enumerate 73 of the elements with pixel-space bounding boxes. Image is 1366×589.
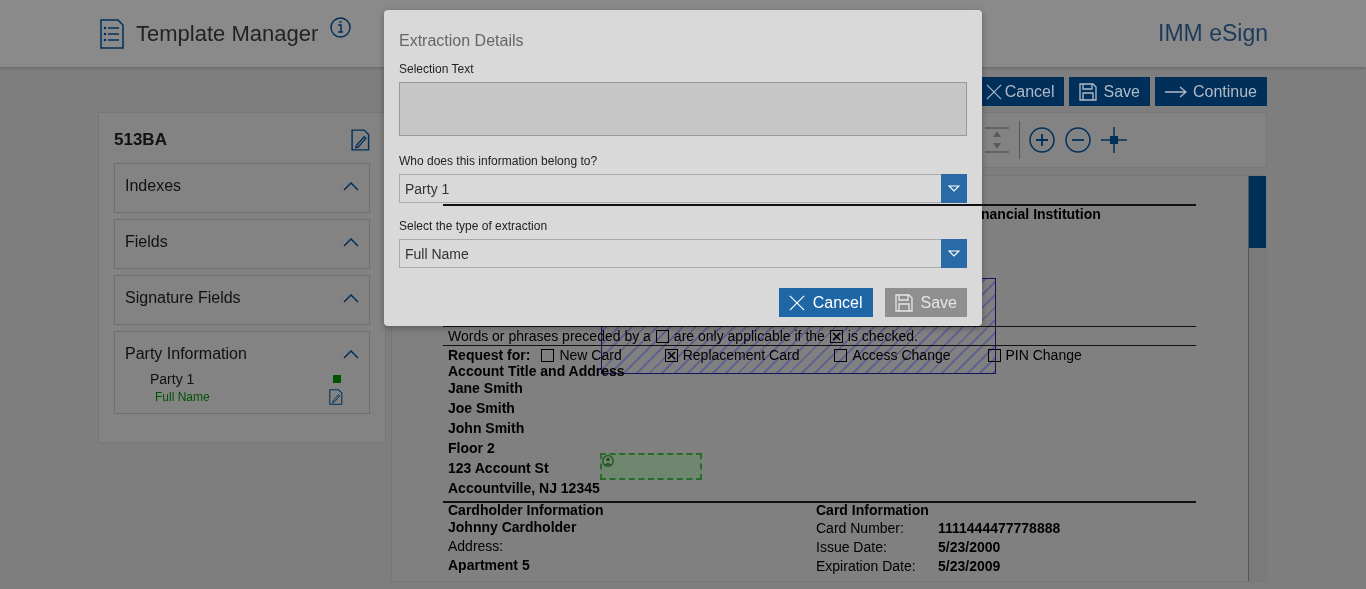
section-title: Fields xyxy=(125,233,168,251)
field-name[interactable]: Full Name xyxy=(155,390,210,404)
select-field[interactable]: Party 1 xyxy=(399,174,967,203)
address-line: John Smith xyxy=(448,419,525,438)
page-title: Template Manager xyxy=(136,20,319,47)
edit-icon[interactable] xyxy=(329,389,343,405)
request-label: Request for: xyxy=(448,346,531,364)
dropdown-arrow-icon xyxy=(948,185,960,192)
continue-button[interactable]: Continue xyxy=(1154,77,1267,106)
field-label: Who does this information belong to? xyxy=(399,154,599,168)
section-heading: Account Title and Address xyxy=(448,364,625,378)
field-label: Address: xyxy=(448,537,504,556)
select-field[interactable]: Full Name xyxy=(399,239,967,268)
edit-icon[interactable] xyxy=(351,129,370,151)
accordion-section[interactable]: Indexes xyxy=(114,163,370,213)
section-heading: Cardholder Information xyxy=(448,503,604,518)
crosshair-icon xyxy=(1101,127,1127,153)
accordion-section[interactable]: Fields xyxy=(114,219,370,269)
tool-button[interactable] xyxy=(1028,125,1056,155)
caret-up-icon[interactable] xyxy=(343,293,359,303)
address-line: Joe Smith xyxy=(448,399,515,418)
option-label: Replacement Card xyxy=(682,346,800,364)
accordion-section[interactable]: Signature Fields xyxy=(114,275,370,325)
template-name: 513BA xyxy=(114,130,167,150)
field-label: Card Number: xyxy=(816,519,905,536)
dropdown-arrow-icon xyxy=(948,250,960,257)
list-document-icon xyxy=(100,18,124,49)
distribute-icon xyxy=(983,127,1011,153)
address-line: Floor 2 xyxy=(448,439,495,458)
legend-text: is checked. xyxy=(847,327,918,345)
section-title: Party Information xyxy=(125,345,247,363)
field-label: Select the type of extraction xyxy=(399,219,549,233)
section-title: Signature Fields xyxy=(125,289,241,307)
scrollbar-thumb[interactable] xyxy=(1249,176,1266,248)
field-value: 1111444477778888 xyxy=(938,519,1062,536)
field-label: Selection Text xyxy=(399,62,475,76)
scrollbar[interactable] xyxy=(1248,176,1266,581)
address-line: Apartment 5 xyxy=(448,556,530,575)
close-icon xyxy=(985,83,1002,100)
checkbox-icon xyxy=(655,329,669,343)
cancel-button[interactable]: Cancel xyxy=(778,288,873,317)
brand-name: IMM eSign xyxy=(1158,20,1268,47)
dialog-title: Extraction Details xyxy=(399,32,525,50)
placed-field[interactable] xyxy=(600,453,702,480)
caret-up-icon[interactable] xyxy=(343,181,359,191)
accordion-section[interactable]: Party Information Party 1 Full Name xyxy=(114,331,370,414)
address-line: Accountville, NJ 12345 xyxy=(448,479,600,498)
field-value: 5/23/2000 xyxy=(938,538,1002,555)
field-label: Expiration Date: xyxy=(816,557,917,574)
zoom-out-icon xyxy=(1065,127,1091,153)
checked-box-icon xyxy=(829,329,843,343)
option-label: PIN Change xyxy=(1005,346,1082,364)
tool-button[interactable] xyxy=(1064,125,1092,155)
close-icon xyxy=(788,294,805,311)
arrow-right-icon xyxy=(1164,85,1187,98)
info-icon[interactable] xyxy=(330,17,352,38)
option-label: Access Change xyxy=(852,346,951,364)
tool-button[interactable] xyxy=(1100,125,1128,155)
save-button[interactable]: Save xyxy=(1069,77,1150,106)
person-icon xyxy=(602,455,614,467)
caret-up-icon[interactable] xyxy=(343,237,359,247)
field-value: 5/23/2009 xyxy=(938,557,1002,574)
section-title: Indexes xyxy=(125,177,182,195)
legend-text: are only applicable if the xyxy=(673,327,825,345)
caret-up-icon[interactable] xyxy=(343,349,359,359)
party-name[interactable]: Party 1 xyxy=(150,371,195,387)
field-label: Issue Date: xyxy=(816,538,888,555)
cardholder-name: Johnny Cardholder xyxy=(448,518,577,537)
address-line: 123 Account St xyxy=(448,459,549,478)
section-heading: nancial Institution xyxy=(981,206,1101,223)
section-heading: Card Information xyxy=(816,503,929,518)
address-line: Jane Smith xyxy=(448,379,523,398)
zoom-in-icon xyxy=(1029,127,1055,153)
